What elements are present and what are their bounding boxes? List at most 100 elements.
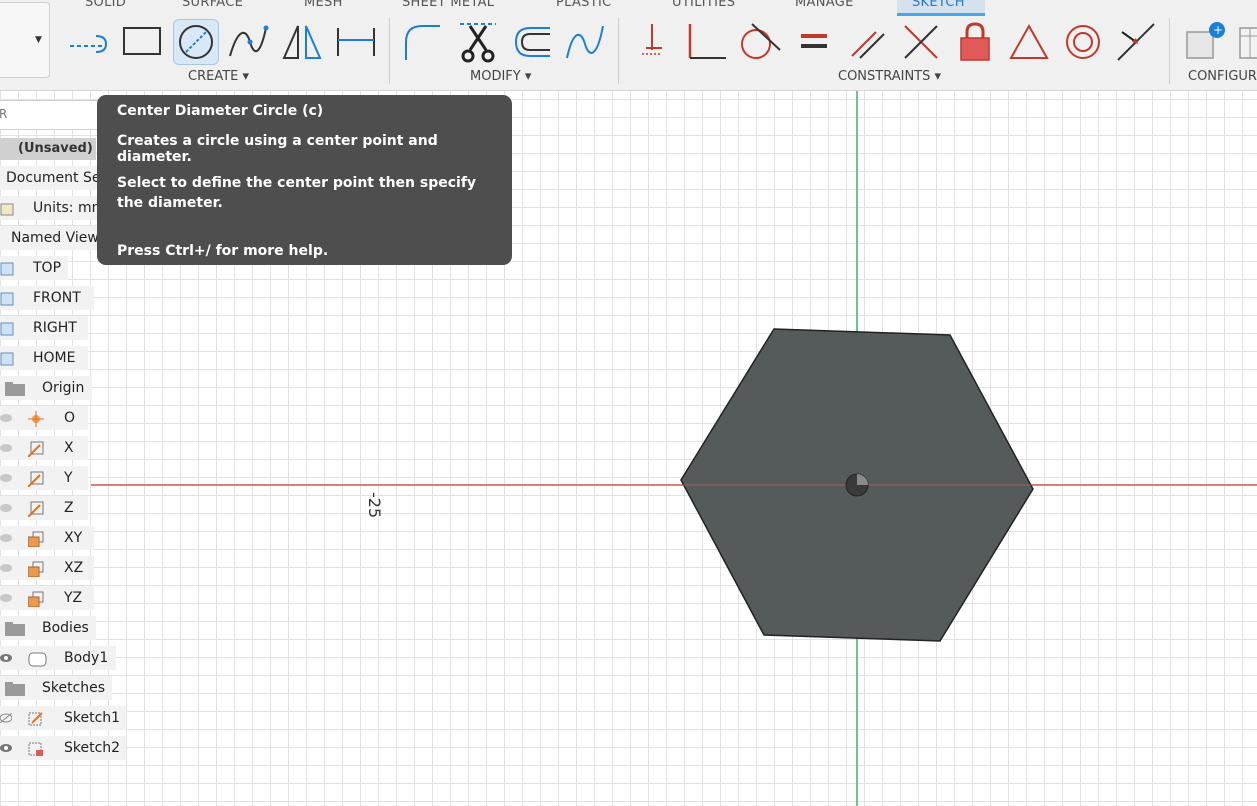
eye-icon[interactable] [0, 593, 12, 603]
triangle-icon [1009, 23, 1049, 59]
tab-plastic[interactable]: PLASTIC [556, 0, 611, 10]
browser-item-x-axis[interactable]: X [0, 436, 88, 460]
trim-tool[interactable] [456, 20, 500, 64]
triangle-constraint[interactable] [1007, 20, 1051, 64]
tab-sheet-metal[interactable]: SHEET METAL [402, 0, 494, 10]
fillet-tool[interactable] [400, 20, 444, 64]
modify-group-label[interactable]: MODIFY ▾ [470, 69, 531, 84]
midpoint-constraint[interactable] [1114, 20, 1158, 64]
browser-item-right[interactable]: RIGHT [0, 316, 88, 340]
eye-icon[interactable] [0, 653, 12, 663]
body-icon [28, 652, 47, 667]
view-icon [0, 322, 14, 336]
dimension-icon [337, 28, 375, 56]
separator [1169, 18, 1170, 84]
horizontal-vertical-constraint[interactable] [899, 20, 943, 64]
equal-constraint[interactable] [793, 20, 837, 64]
browser-item-body1[interactable]: Body1 [0, 646, 116, 670]
browser-item-sketches[interactable]: Sketches [0, 676, 112, 700]
view-icon [0, 262, 14, 276]
line-tool[interactable] [66, 20, 110, 64]
eye-icon[interactable] [0, 563, 12, 573]
browser-item-yz-plane[interactable]: YZ [0, 586, 94, 610]
coincident-constraint[interactable] [632, 20, 676, 64]
eye-icon[interactable] [0, 503, 12, 513]
tooltip-title: Center Diameter Circle (c) [117, 103, 324, 119]
browser-item-home[interactable]: HOME [0, 346, 88, 370]
spline-icon [229, 25, 269, 57]
browser-item-sketch1[interactable]: Sketch1 [0, 706, 126, 730]
offset-tool[interactable] [510, 20, 554, 64]
mirror-tool[interactable] [280, 20, 324, 64]
browser-search-text: R [0, 107, 8, 121]
tab-solid[interactable]: SOLID [85, 0, 126, 10]
concentric-constraint[interactable] [1061, 20, 1105, 64]
browser-item-named-views[interactable]: Named Views [0, 226, 106, 250]
view-icon [0, 292, 14, 306]
browser-item-top[interactable]: TOP [0, 256, 68, 280]
tab-utilities[interactable]: UTILITIES [672, 0, 735, 10]
browser-item-z-axis[interactable]: Z [0, 496, 88, 520]
tooltip-instructions: Select to define the center point then s… [117, 175, 477, 211]
center-diameter-circle-tool[interactable] [173, 19, 219, 65]
browser-item-origin[interactable]: Origin [0, 376, 92, 400]
tab-manage[interactable]: MANAGE [795, 0, 854, 10]
tab-surface[interactable]: SURFACE [182, 0, 243, 10]
dimension-tool[interactable] [334, 20, 378, 64]
rectangle-icon [123, 27, 161, 55]
create-group-label[interactable]: CREATE ▾ [188, 69, 249, 84]
browser-item-y-axis[interactable]: Y [0, 466, 88, 490]
browser-item-front[interactable]: FRONT [0, 286, 94, 310]
browser-item-xy-plane[interactable]: XY [0, 526, 94, 550]
eye-icon[interactable] [0, 743, 12, 753]
parallel-icon [851, 31, 885, 59]
tooltip-description: Creates a circle using a center point an… [117, 133, 438, 165]
parallel-constraint[interactable] [846, 20, 890, 64]
coincident-icon [642, 24, 662, 55]
perpendicular-icon [688, 24, 726, 59]
browser-item-units[interactable]: Units: mm [0, 196, 105, 220]
fillet-icon [405, 25, 440, 60]
configure-group-label[interactable]: CONFIGUR [1188, 69, 1257, 84]
fix-constraint[interactable] [953, 20, 997, 64]
browser-item-bodies[interactable]: Bodies [0, 616, 96, 640]
browser-item-xz-plane[interactable]: XZ [0, 556, 94, 580]
tab-strip: SOLID SURFACE MESH SHEET METAL PLASTIC U… [0, 0, 1257, 14]
browser-item-origin-point[interactable]: O [0, 406, 88, 430]
separator [389, 18, 390, 84]
tangent-constraint[interactable] [738, 20, 782, 64]
toolbar: SOLID SURFACE MESH SHEET METAL PLASTIC U… [0, 0, 1257, 91]
browser-item-document-settings[interactable]: Document Sett [0, 166, 111, 190]
dimension-label[interactable]: -25 [365, 492, 384, 518]
tab-mesh[interactable]: MESH [304, 0, 343, 10]
tab-sketch[interactable]: SKETCH [912, 0, 965, 10]
workspace-dropdown[interactable]: ▼ [0, 2, 50, 78]
browser-item-sketch2[interactable]: Sketch2 [0, 736, 126, 760]
svg-text:+: + [1213, 23, 1223, 37]
perpendicular-constraint[interactable] [684, 20, 728, 64]
sketch-spline-tool[interactable] [563, 20, 607, 64]
hidden-eye-icon[interactable] [0, 713, 12, 723]
rectangle-tool[interactable] [120, 20, 164, 64]
document-title: (Unsaved) [18, 141, 93, 156]
plane-icon [28, 561, 44, 577]
eye-icon[interactable] [0, 443, 12, 453]
eye-icon[interactable] [0, 473, 12, 483]
constraints-group-label[interactable]: CONSTRAINTS ▾ [838, 69, 941, 84]
plane-icon [28, 591, 44, 607]
dropdown-arrow-icon: ▼ [35, 35, 42, 45]
concentric-icon [1066, 25, 1100, 59]
units-icon [0, 203, 14, 216]
midpoint-icon [1117, 23, 1155, 61]
spline-tool[interactable] [226, 20, 270, 64]
eye-icon[interactable] [0, 533, 12, 543]
scissors-icon [460, 23, 496, 63]
configure-tool[interactable]: + [1183, 20, 1227, 64]
separator [618, 18, 619, 84]
plane-icon [28, 531, 44, 547]
browser-search[interactable]: R [0, 100, 104, 130]
table-tool[interactable] [1236, 20, 1257, 64]
document-title-bar[interactable]: (Unsaved) [0, 138, 96, 160]
eye-icon[interactable] [0, 413, 12, 423]
folder-icon [5, 622, 25, 636]
